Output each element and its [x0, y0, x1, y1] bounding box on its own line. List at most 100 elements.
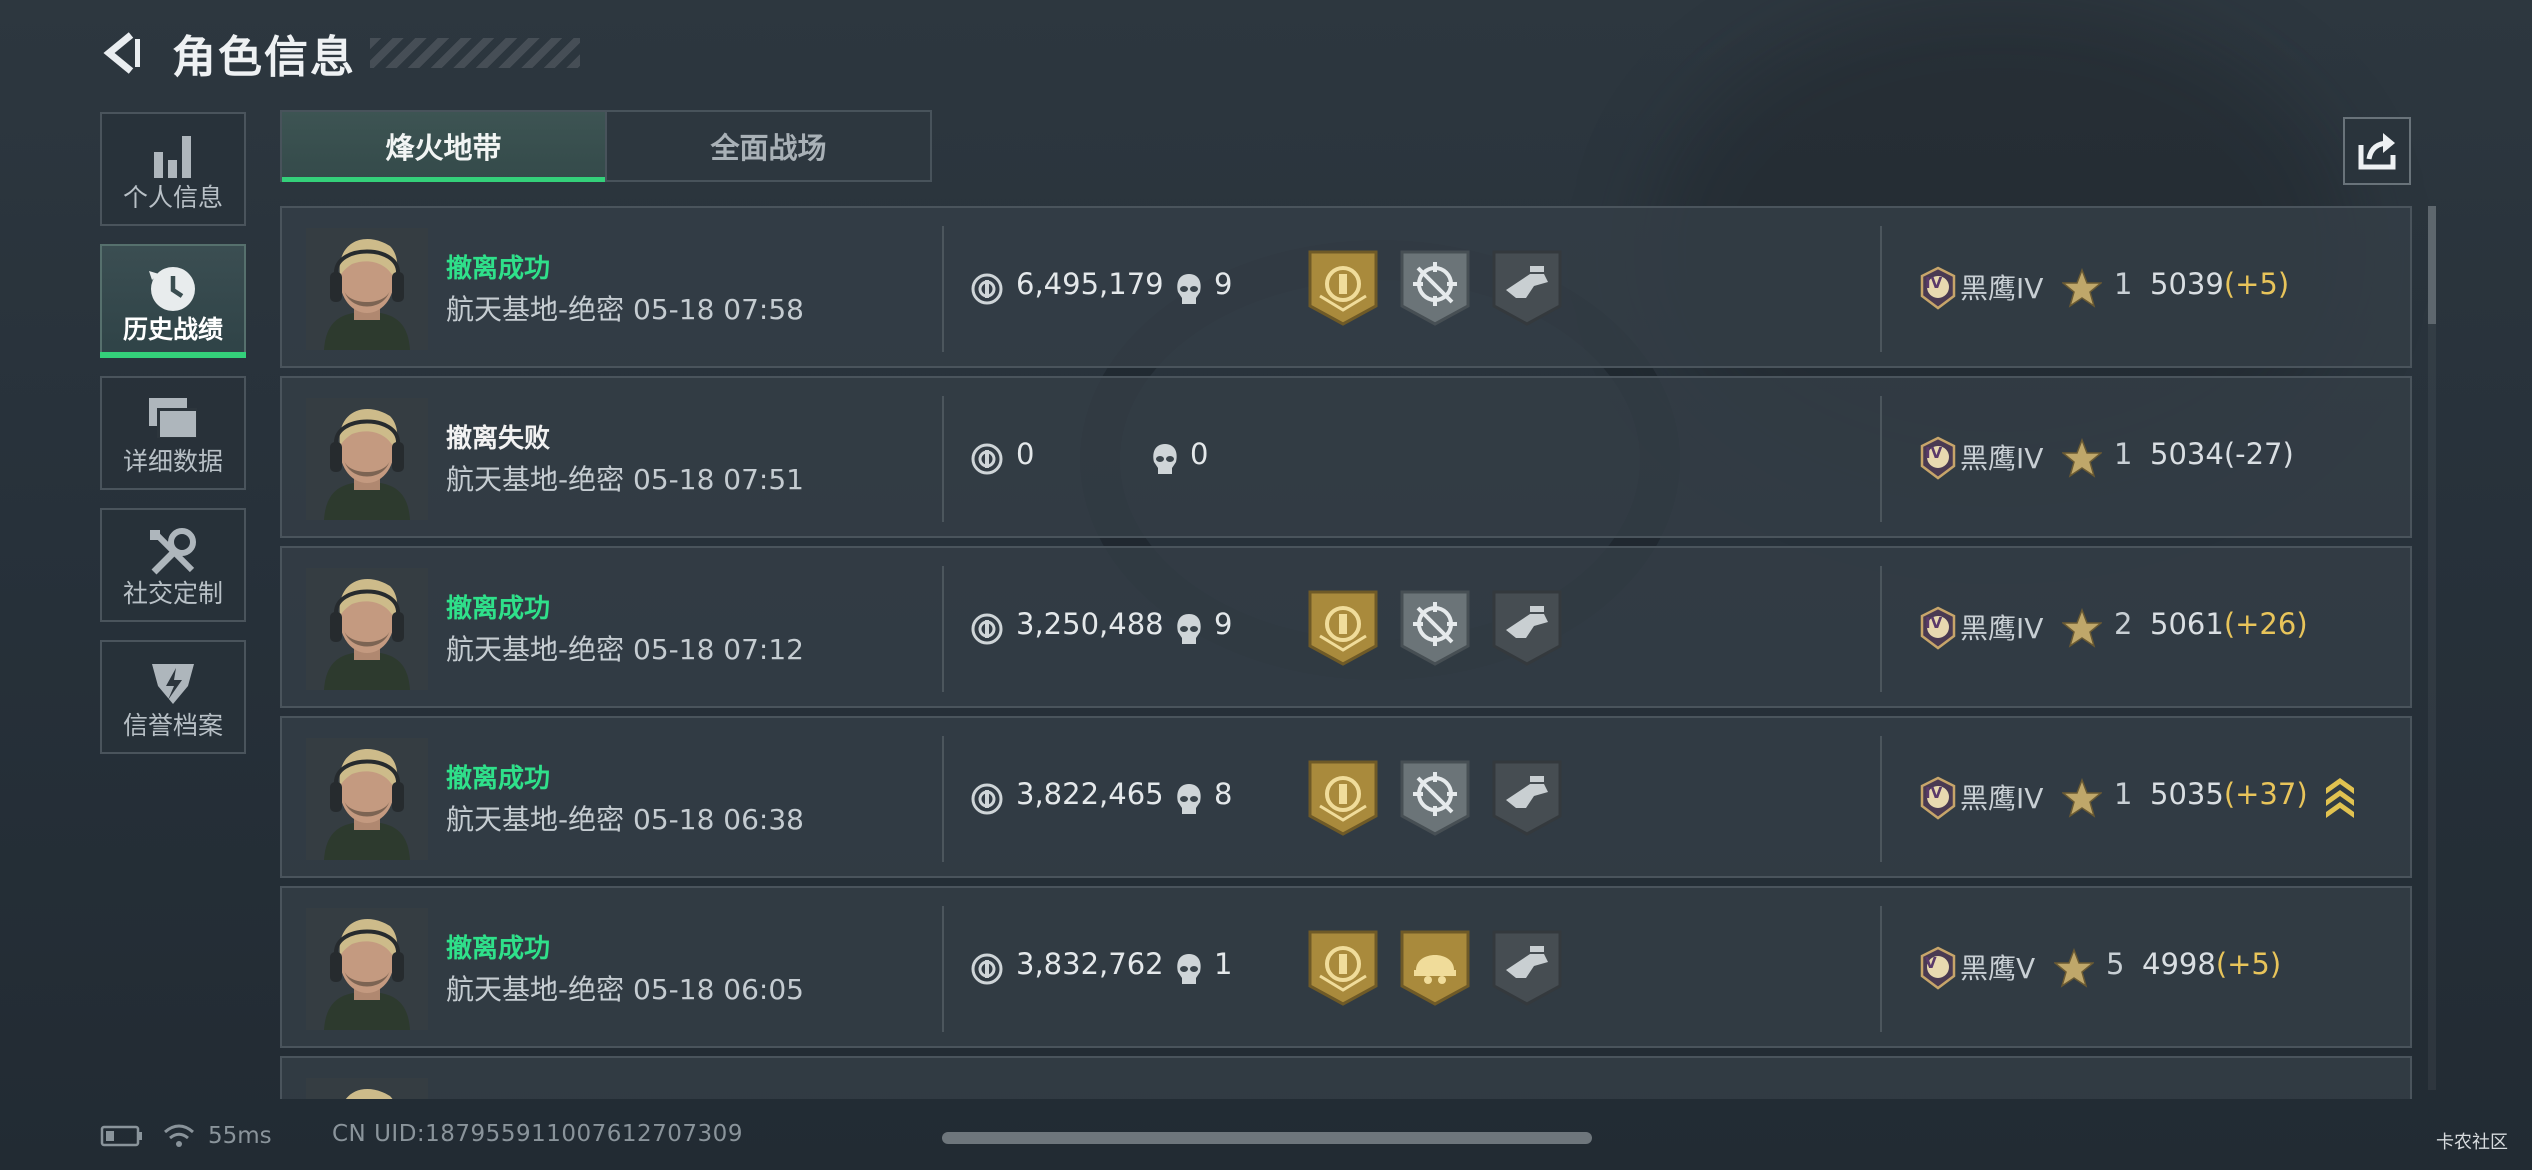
player-avatar: [306, 1078, 428, 1099]
back-button[interactable]: [100, 30, 146, 76]
match-money: 3,822,465: [1016, 777, 1164, 811]
match-kills: 9: [1214, 607, 1233, 641]
star-count: 1: [2114, 267, 2133, 301]
match-row[interactable]: 撤离失败 航天基地-绝密 05-18 07:51 0 0 IV 黑鹰IV 1 5034(-27…: [280, 376, 2412, 538]
score-value: 5035(+37): [2150, 777, 2308, 811]
share-icon: [2358, 133, 2396, 170]
rank-score: 5035: [2150, 777, 2224, 811]
match-money: 0: [1016, 437, 1035, 471]
match-row[interactable]: 撤离成功 航天基地-绝密 05-18 07:12 3,250,488 9 IV 黑鹰IV 2…: [280, 546, 2412, 708]
match-map: 航天基地-绝密: [446, 463, 625, 496]
page-header: 角色信息: [100, 22, 580, 84]
silver-crosshair-badge-icon: [1400, 590, 1470, 666]
match-map: 航天基地-绝密: [446, 633, 625, 666]
match-map: 航天基地-绝密: [446, 803, 625, 836]
column-divider: [1880, 396, 1882, 522]
history-clock-icon: [149, 267, 195, 311]
folder-stack-icon: [149, 398, 197, 438]
match-result: 撤离成功: [446, 764, 551, 794]
match-kills: 0: [1190, 437, 1209, 471]
home-indicator[interactable]: [942, 1132, 1592, 1144]
page-title: 角色信息: [172, 32, 356, 83]
match-money: 3,832,762: [1016, 947, 1164, 981]
rank-name: 黑鹰IV: [1960, 442, 2044, 475]
match-row[interactable]: 撤离成功 航天基地-绝密 05-18 06:38 3,822,465 8 IV 黑鹰IV 1…: [280, 716, 2412, 878]
silver-crosshair-badge-icon: [1400, 250, 1470, 326]
match-map-time: 航天基地-绝密 05-18 07:51: [446, 458, 804, 498]
coin-icon: [971, 443, 1003, 475]
player-avatar: [306, 398, 428, 520]
match-kills: 1: [1214, 947, 1233, 981]
match-row[interactable]: 撤离成功 航天基地-绝密 05-18 06:05 3,832,762 1 V 黑鹰V 5 49…: [280, 886, 2412, 1048]
rank-score: 5039: [2150, 267, 2224, 301]
match-time: 05-18 07:58: [633, 293, 804, 326]
list-scrollbar[interactable]: [2428, 206, 2436, 1090]
coin-icon: [971, 613, 1003, 645]
score-delta: (+26): [2223, 607, 2308, 641]
sidebar-item-label: 详细数据: [122, 447, 223, 476]
star-count: 5: [2106, 947, 2125, 981]
match-time: 05-18 07:12: [633, 633, 804, 666]
match-map-time: 航天基地-绝密 05-18 07:12: [446, 628, 804, 668]
rank-name: 黑鹰IV: [1960, 782, 2044, 815]
match-time: 05-18 07:51: [633, 463, 804, 496]
operator-portrait-icon: [306, 568, 428, 690]
column-divider: [1880, 566, 1882, 692]
rank-score: 5034: [2150, 437, 2224, 471]
scrollbar-thumb[interactable]: [2428, 206, 2436, 324]
match-row[interactable]: [280, 1056, 2412, 1099]
back-arrow-icon: [103, 32, 140, 74]
player-avatar: [306, 738, 428, 860]
score-delta: (+5): [2223, 267, 2290, 301]
match-result: 撤离成功: [446, 594, 551, 624]
match-kills: 8: [1214, 777, 1233, 811]
match-row[interactable]: 撤离成功 航天基地-绝密 05-18 07:58 6,495,179 9 IV 黑鹰IV 1…: [280, 206, 2412, 368]
reputation-badge-icon: [152, 664, 194, 704]
tab-full-battlefield[interactable]: 全面战场: [605, 112, 930, 180]
sidebar-item-social-custom[interactable]: 社交定制: [100, 508, 246, 622]
dark-gun-badge-icon: [1492, 760, 1562, 836]
gold-extract-badge-icon: [1308, 760, 1378, 836]
rank-numeral: IV: [1925, 614, 1943, 632]
wifi-icon: [164, 1124, 194, 1147]
status-bar: 55ms: [100, 1120, 272, 1152]
score-value: 5039(+5): [2150, 267, 2289, 301]
sidebar-item-personal-info[interactable]: 个人信息: [100, 112, 246, 226]
score-delta: (-27): [2223, 437, 2294, 471]
ping-value: 55ms: [208, 1123, 272, 1149]
rank-numeral: IV: [1925, 444, 1943, 462]
rank-score: 5061: [2150, 607, 2224, 641]
promote-chevrons-icon: [2326, 778, 2354, 818]
star-icon: [2054, 948, 2094, 988]
coin-icon: [971, 783, 1003, 815]
share-button[interactable]: [2343, 117, 2411, 185]
sidebar-item-label: 个人信息: [122, 183, 223, 212]
skull-icon: [1177, 784, 1201, 814]
sidebar-item-detailed-data[interactable]: 详细数据: [100, 376, 246, 490]
match-history-list[interactable]: 撤离成功 航天基地-绝密 05-18 07:58 6,495,179 9 IV 黑鹰IV 1…: [280, 206, 2412, 1099]
gold-helmet-badge-icon: [1400, 930, 1470, 1006]
coin-icon: [971, 273, 1003, 305]
dark-gun-badge-icon: [1492, 590, 1562, 666]
rank-score: 4998: [2142, 947, 2216, 981]
dark-gun-badge-icon: [1492, 930, 1562, 1006]
player-avatar: [306, 568, 428, 690]
tab-hazard-zone[interactable]: 烽火地带: [282, 112, 605, 182]
sidebar-item-match-history[interactable]: 历史战绩: [100, 244, 246, 358]
operator-portrait-icon: [306, 228, 428, 350]
skull-icon: [1177, 954, 1201, 984]
star-icon: [2062, 778, 2102, 818]
coin-icon: [971, 953, 1003, 985]
score-delta: (+5): [2215, 947, 2282, 981]
score-delta: (+37): [2223, 777, 2308, 811]
sidebar-item-reputation[interactable]: 信誉档案: [100, 640, 246, 754]
title-stripe-decoration: [370, 38, 580, 68]
rank-emblem-icon: [1920, 946, 1956, 990]
column-divider: [942, 226, 944, 352]
match-time: 05-18 06:38: [633, 803, 804, 836]
column-divider: [942, 566, 944, 692]
rank-name: 黑鹰IV: [1960, 612, 2044, 645]
column-divider: [1880, 906, 1882, 1032]
match-result: 撤离成功: [446, 934, 551, 964]
score-value: 5061(+26): [2150, 607, 2308, 641]
